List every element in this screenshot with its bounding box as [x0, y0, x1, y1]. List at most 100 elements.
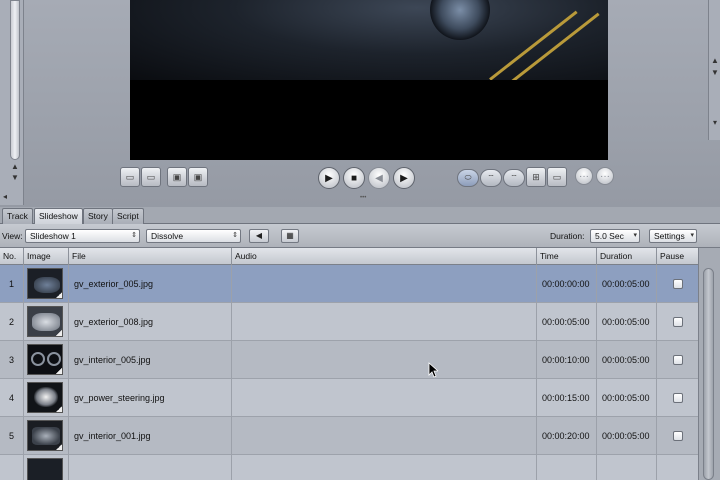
settings-button[interactable]: Settings ▾ — [649, 229, 697, 243]
scroll-down-icon[interactable]: ▾ — [710, 118, 720, 128]
stop-icon[interactable]: ■ — [343, 167, 365, 189]
row-pause-cell — [657, 265, 698, 303]
thumbnail-image — [27, 344, 63, 375]
thumbnail-image — [27, 268, 63, 299]
row-image-cell — [24, 379, 69, 417]
row-duration[interactable]: 00:00:05:00 — [597, 265, 657, 303]
row-file — [69, 455, 232, 480]
slideshow-table: No. Image File Audio Time Duration Pause… — [0, 248, 698, 480]
scroll-down-icon[interactable]: ▼ — [9, 173, 21, 183]
scrollbar-thumb[interactable] — [10, 0, 20, 160]
row-duration[interactable] — [597, 455, 657, 480]
scrollbar-thumb[interactable] — [703, 268, 714, 480]
frame-icon[interactable]: ▭ — [547, 167, 567, 187]
transition-select-value: Dissolve — [151, 231, 184, 241]
play-icon[interactable]: ▶ — [318, 167, 340, 189]
road-stripe — [489, 10, 578, 80]
viewer-right-scrollbar[interactable]: ▲ ▼ ▾ — [708, 0, 720, 140]
scroll-down-icon[interactable]: ▼ — [710, 68, 720, 78]
column-header-pause[interactable]: Pause — [657, 248, 698, 265]
video-preview — [130, 0, 608, 160]
table-row[interactable]: 4 gv_power_steering.jpg 00:00:15:00 00:0… — [0, 379, 698, 417]
slideshow-select-value: Slideshow 1 — [30, 231, 76, 241]
apply-transition-button[interactable]: ◀ — [249, 229, 269, 243]
row-file: gv_interior_005.jpg — [69, 341, 232, 379]
tab-bar: Track Slideshow Story Script — [0, 207, 720, 224]
table-row[interactable]: 1 gv_exterior_005.jpg 00:00:00:00 00:00:… — [0, 265, 698, 303]
slideshow-select[interactable]: Slideshow 1 ⇕ — [25, 229, 140, 243]
view-dual-icon[interactable]: ▭ — [141, 167, 161, 187]
row-time: 00:00:15:00 — [537, 379, 597, 417]
zoom-mode-icon[interactable]: ⌔ — [480, 169, 502, 187]
preview-image — [130, 0, 608, 80]
table-row[interactable] — [0, 455, 698, 480]
scroll-left-icon[interactable]: ◂ — [0, 190, 10, 204]
chevron-down-icon: ▾ — [633, 232, 637, 239]
row-time: 00:00:05:00 — [537, 303, 597, 341]
view-split-icon[interactable]: ▣ — [188, 167, 208, 187]
column-header-no[interactable]: No. — [0, 248, 24, 265]
row-audio[interactable] — [232, 265, 537, 303]
view-label: View: — [2, 231, 23, 241]
gauge-shape — [31, 352, 45, 366]
transition-select[interactable]: Dissolve ⇕ — [146, 229, 241, 243]
row-time: 00:00:20:00 — [537, 417, 597, 455]
scroll-up-icon[interactable]: ▲ — [9, 162, 21, 172]
more-icon[interactable]: ··· — [596, 167, 614, 185]
settings-button-label: Settings — [654, 231, 685, 241]
row-duration[interactable]: 00:00:05:00 — [597, 341, 657, 379]
safe-area-icon[interactable]: ⊞ — [526, 167, 546, 187]
table-row[interactable]: 3 gv_interior_005.jpg 00:00:10:00 00:00:… — [0, 341, 698, 379]
row-number: 1 — [0, 265, 24, 303]
scroll-up-icon[interactable]: ▲ — [710, 56, 720, 66]
row-audio[interactable] — [232, 417, 537, 455]
tab-slideshow[interactable]: Slideshow — [34, 208, 83, 224]
chevron-updown-icon: ⇕ — [131, 232, 137, 239]
row-audio[interactable] — [232, 341, 537, 379]
column-header-file[interactable]: File — [69, 248, 232, 265]
row-duration[interactable]: 00:00:05:00 — [597, 379, 657, 417]
column-header-audio[interactable]: Audio — [232, 248, 537, 265]
row-number: 5 — [0, 417, 24, 455]
view-single-icon[interactable]: ▭ — [120, 167, 140, 187]
display-mode-group-right: ▣ ▣ — [167, 167, 208, 189]
row-audio[interactable] — [232, 455, 537, 480]
resize-grip-icon[interactable]: ••• — [360, 195, 372, 201]
row-audio[interactable] — [232, 303, 537, 341]
row-duration[interactable]: 00:00:05:00 — [597, 417, 657, 455]
tab-story[interactable]: Story — [83, 208, 113, 224]
thumbnail-image — [27, 458, 63, 480]
step-back-icon[interactable]: ◀ — [368, 167, 390, 189]
row-number: 3 — [0, 341, 24, 379]
zoom-fit-icon[interactable]: ⬭ — [457, 169, 479, 187]
step-forward-icon[interactable]: ▶ — [393, 167, 415, 189]
viewer-vertical-scrollbar[interactable]: ▲ ▼ ◂ — [0, 0, 24, 205]
more-icon[interactable]: ··· — [575, 167, 593, 185]
column-header-time[interactable]: Time — [537, 248, 597, 265]
column-header-image[interactable]: Image — [24, 248, 69, 265]
row-duration[interactable]: 00:00:05:00 — [597, 303, 657, 341]
mouse-cursor-icon — [428, 362, 438, 378]
pause-checkbox[interactable] — [673, 317, 683, 327]
pause-checkbox[interactable] — [673, 355, 683, 365]
safe-area-group: ⊞ ▭ — [526, 167, 567, 189]
thumbnail-corner-icon — [56, 330, 62, 336]
row-file: gv_exterior_005.jpg — [69, 265, 232, 303]
table-vertical-scrollbar[interactable] — [698, 248, 720, 480]
table-row[interactable]: 5 gv_interior_001.jpg 00:00:20:00 00:00:… — [0, 417, 698, 455]
row-audio[interactable] — [232, 379, 537, 417]
column-header-duration[interactable]: Duration — [597, 248, 657, 265]
row-time: 00:00:00:00 — [537, 265, 597, 303]
pause-checkbox[interactable] — [673, 431, 683, 441]
grid-button[interactable]: ▦ — [281, 229, 299, 243]
pause-checkbox[interactable] — [673, 279, 683, 289]
road-stripe — [511, 12, 600, 80]
pause-checkbox[interactable] — [673, 393, 683, 403]
tab-script[interactable]: Script — [112, 208, 144, 224]
table-row[interactable]: 2 gv_exterior_008.jpg 00:00:05:00 00:00:… — [0, 303, 698, 341]
misc-controls: ··· ··· — [575, 167, 614, 189]
zoom-fill-icon[interactable]: ⌔ — [503, 169, 525, 187]
tab-track[interactable]: Track — [2, 208, 33, 224]
duration-select[interactable]: 5.0 Sec ▾ — [590, 229, 640, 243]
view-overlay-icon[interactable]: ▣ — [167, 167, 187, 187]
